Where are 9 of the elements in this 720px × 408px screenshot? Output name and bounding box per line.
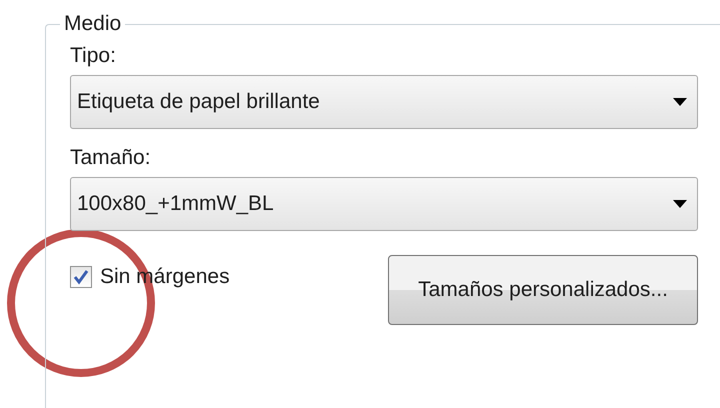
field-label: Tipo: [70, 43, 117, 69]
dropdown[interactable]: Etiqueta de papel brillante [70, 75, 698, 129]
caret-icon [673, 200, 687, 208]
check-icon [73, 269, 89, 285]
caret-icon [673, 98, 687, 106]
field-label: Tamaño: [70, 145, 152, 171]
custom-sizes-button[interactable]: Tamaños personalizados... [388, 255, 698, 325]
checkbox[interactable] [70, 266, 92, 288]
dropdown[interactable]: 100x80_+1mmW_BL [70, 177, 698, 231]
